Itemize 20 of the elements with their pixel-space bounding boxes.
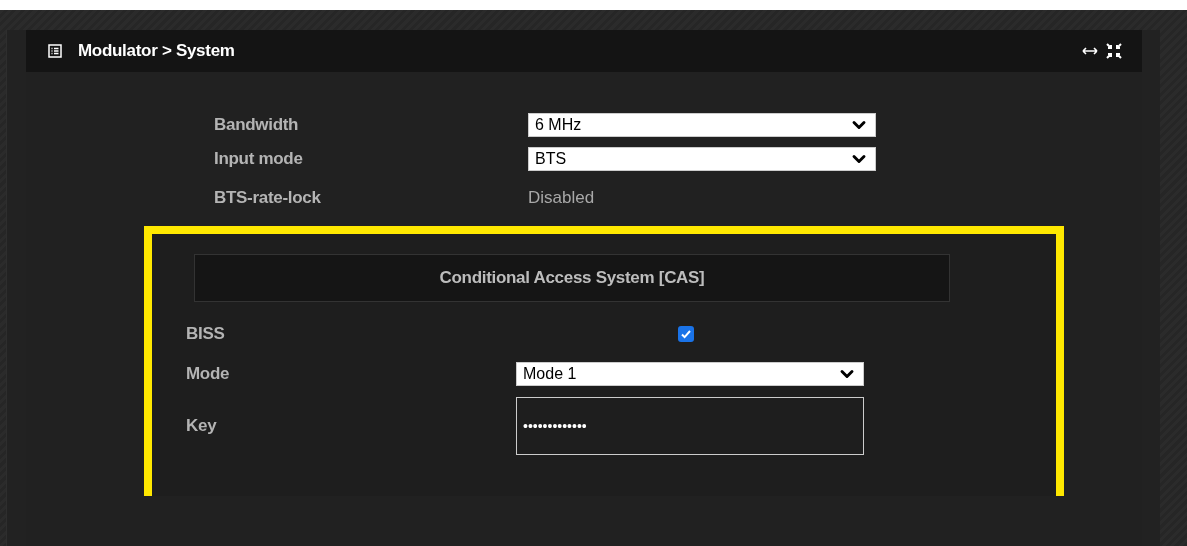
dropdown-value: 6 MHz [535,116,582,134]
dropdown-value: BTS [535,150,567,168]
field-value: Disabled [528,188,596,208]
dropdown-select[interactable]: 6 MHz [528,113,876,137]
checkbox[interactable] [678,326,694,342]
section-header: Conditional Access System [CAS] [194,254,950,302]
field-label: Input mode [214,149,304,169]
field-label: Key [186,416,218,436]
list-icon [48,44,62,58]
dropdown-select[interactable]: BTS [528,147,876,171]
dropdown-select[interactable]: Mode 1 [516,362,864,386]
key-input-field[interactable]: ••••••••••••• [516,397,864,455]
field-label: BTS-rate-lock [214,188,322,208]
dropdown-value: Mode 1 [523,365,577,383]
panel-title: Modulator > System [78,41,236,61]
field-label: BISS [186,324,226,344]
collapse-icon[interactable] [1106,43,1122,59]
horizontal-arrows-icon[interactable] [1082,46,1098,56]
field-label: Bandwidth [214,115,300,135]
field-label: Mode [186,364,231,384]
